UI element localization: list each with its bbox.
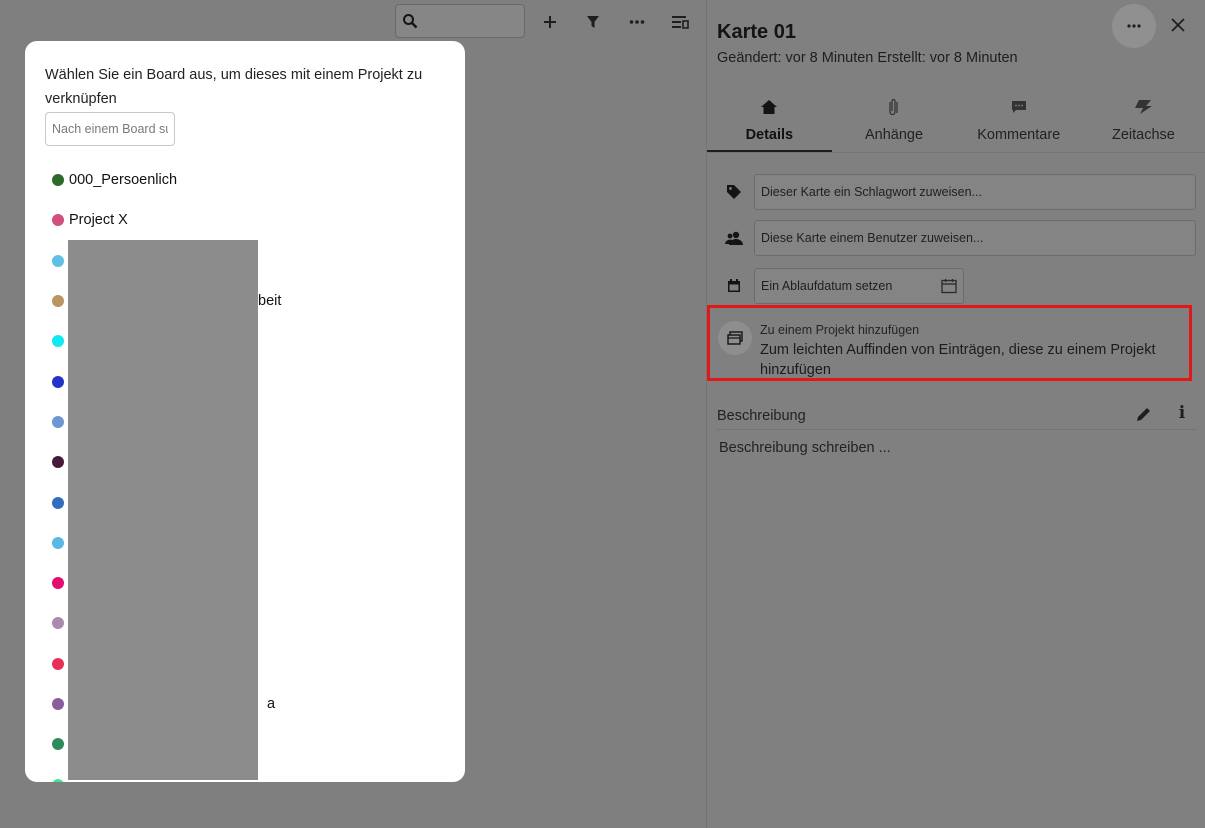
tab-label: Zeitachse — [1111, 127, 1175, 143]
board-option[interactable]: 000_Persoenlich — [52, 160, 281, 200]
card-title[interactable]: Karte 01 — [717, 21, 796, 44]
due-date-input[interactable]: Ein Ablaufdatum setzen — [754, 268, 964, 304]
info-icon[interactable]: i — [1173, 404, 1191, 422]
tab-attachments[interactable]: Anhänge — [832, 90, 957, 152]
board-color-dot — [52, 214, 64, 227]
board-color-dot — [52, 778, 64, 782]
card-timestamps: Geändert: vor 8 Minuten Erstellt: vor 8 … — [717, 50, 1018, 66]
view-list-icon — [672, 16, 689, 29]
tab-label: Kommentare — [977, 127, 1061, 143]
board-details-toggle[interactable] — [670, 12, 690, 32]
board-color-dot — [52, 496, 64, 509]
board-toolbar — [0, 0, 706, 44]
comment-icon — [1011, 96, 1027, 118]
board-color-dot — [52, 617, 64, 630]
tag-icon — [725, 183, 743, 201]
calendar-icon — [725, 277, 743, 295]
tab-details[interactable]: Details — [707, 90, 832, 152]
date-picker-icon[interactable] — [941, 278, 957, 294]
more-horizontal-icon — [629, 20, 645, 24]
board-color-dot — [52, 375, 64, 388]
board-option[interactable]: Project X — [52, 200, 281, 240]
tab-timeline[interactable]: Zeitachse — [1081, 90, 1205, 152]
board-name: beit — [258, 293, 282, 310]
description-header: Beschreibung i — [717, 398, 1197, 430]
tag-row: Dieser Karte ein Schlagwort zuweisen... — [725, 174, 1196, 210]
board-search-input[interactable] — [45, 112, 175, 146]
pencil-icon[interactable] — [1135, 405, 1153, 423]
board-color-dot — [52, 174, 64, 187]
board-search-field[interactable] — [395, 4, 525, 38]
add-to-project-section[interactable]: Zu einem Projekt hinzufügen Zum leichten… — [707, 305, 1192, 381]
plus-icon — [544, 16, 556, 28]
board-color-dot — [52, 456, 64, 469]
card-sidebar: Karte 01 Geändert: vor 8 Minuten Erstell… — [706, 0, 1205, 828]
close-icon — [1171, 18, 1185, 32]
users-icon — [725, 229, 743, 247]
assignee-row: Diese Karte einem Benutzer zuweisen... — [725, 220, 1196, 256]
tab-label: Anhänge — [865, 127, 924, 143]
paperclip-icon — [887, 96, 901, 118]
board-color-dot — [52, 657, 64, 670]
board-color-dot — [52, 254, 64, 267]
project-icon — [718, 321, 752, 355]
board-color-dot — [52, 415, 64, 428]
search-icon — [403, 14, 418, 29]
due-date-placeholder: Ein Ablaufdatum setzen — [761, 279, 893, 293]
add-to-project-description: Zum leichten Auffinden von Einträgen, di… — [760, 342, 1156, 378]
board-name: 000_Persoenlich — [69, 172, 178, 189]
board-color-dot — [52, 698, 64, 710]
add-list-button[interactable] — [540, 12, 560, 32]
board-color-dot — [52, 738, 64, 751]
tab-label: Details — [745, 127, 794, 143]
redacted-region — [68, 240, 258, 780]
modal-title: Wählen Sie ein Board aus, um dieses mit … — [45, 67, 423, 107]
sidebar-tabs: Details Anhänge Kommentare Zeitachse — [707, 90, 1205, 153]
card-actions-button[interactable] — [1112, 4, 1156, 48]
board-name: Project X — [69, 212, 128, 229]
assignee-select-input[interactable]: Diese Karte einem Benutzer zuweisen... — [754, 220, 1196, 256]
description-editor[interactable]: Beschreibung schreiben ... — [719, 440, 891, 456]
close-sidebar-button[interactable] — [1167, 14, 1189, 36]
flash-icon — [1133, 96, 1153, 118]
home-icon — [761, 96, 778, 118]
board-color-dot — [52, 536, 64, 549]
tag-select-input[interactable]: Dieser Karte ein Schlagwort zuweisen... — [754, 174, 1196, 210]
board-color-dot — [52, 295, 64, 308]
due-date-row: Ein Ablaufdatum setzen — [725, 268, 964, 304]
filter-icon — [587, 16, 599, 28]
add-to-project-title: Zu einem Projekt hinzufügen — [760, 323, 920, 337]
board-name: a — [267, 696, 276, 712]
description-label: Beschreibung — [717, 408, 806, 424]
board-more-button[interactable] — [627, 12, 647, 32]
tab-comments[interactable]: Kommentare — [956, 90, 1081, 152]
select-board-modal: Wählen Sie ein Board aus, um dieses mit … — [25, 41, 465, 782]
board-color-dot — [52, 577, 64, 590]
more-horizontal-icon — [1127, 24, 1141, 28]
filter-button[interactable] — [583, 12, 603, 32]
board-color-dot — [52, 335, 64, 348]
